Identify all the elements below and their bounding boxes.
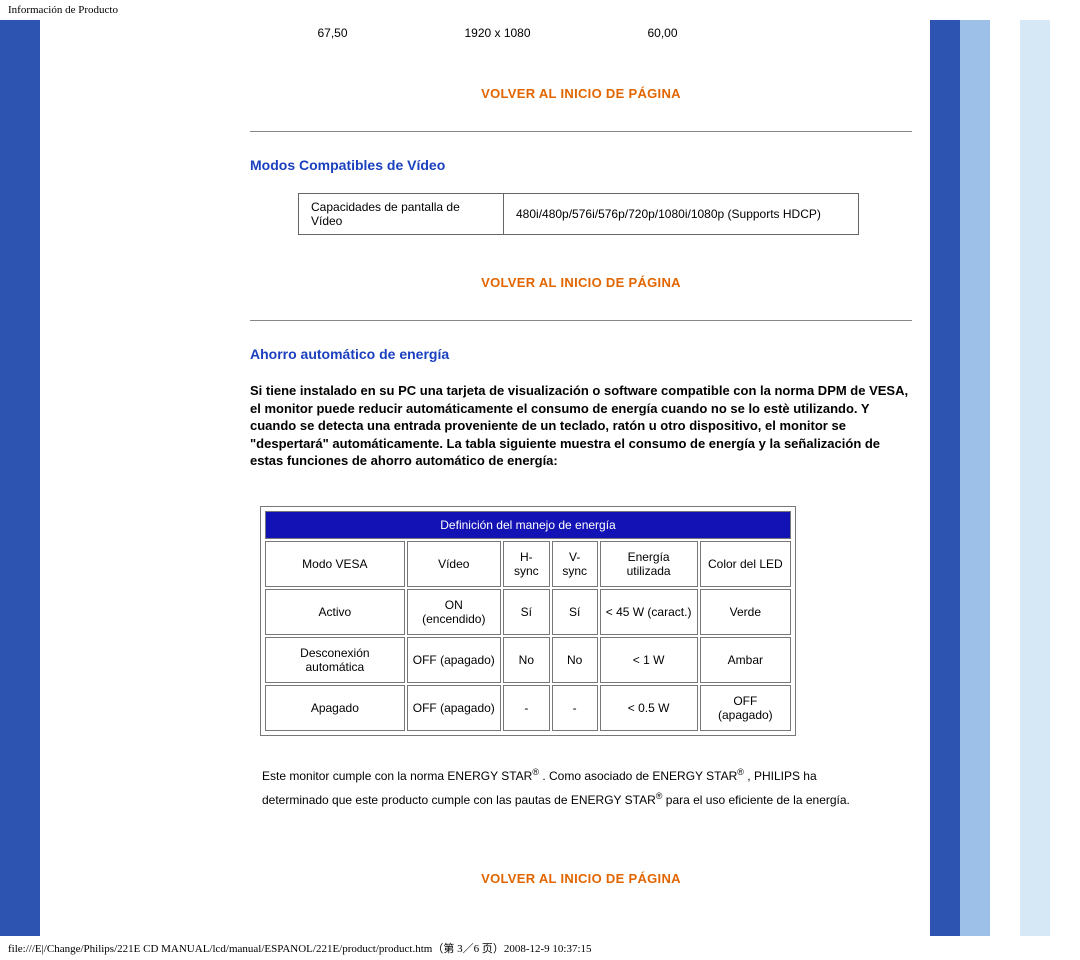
- energy-table-wrapper: Definición del manejo de energía Modo VE…: [260, 506, 796, 736]
- col-header: Modo VESA: [265, 541, 405, 587]
- page-footer: file:///E|/Change/Philips/221E CD MANUAL…: [0, 936, 1080, 960]
- cell: < 45 W (caract.): [600, 589, 698, 635]
- section-video-modes-title: Modos Compatibles de Vídeo: [250, 157, 912, 173]
- video-value-cell: 480i/480p/576i/576p/720p/1080i/1080p (Su…: [504, 194, 859, 235]
- table-row: Activo ON (encendido) Sí Sí < 45 W (cara…: [265, 589, 791, 635]
- cell: OFF (apagado): [700, 685, 791, 731]
- cell: Desconexión automática: [265, 637, 405, 683]
- col-header: Vídeo: [407, 541, 501, 587]
- cell: < 0.5 W: [600, 685, 698, 731]
- accent-bar: [1020, 20, 1050, 936]
- cell: -: [552, 685, 598, 731]
- video-label-cell: Capacidades de pantalla de Vídeo: [299, 194, 504, 235]
- energy-table: Definición del manejo de energía Modo VE…: [263, 509, 793, 733]
- divider: [250, 320, 912, 321]
- registered-icon: ®: [737, 767, 744, 777]
- energy-intro-paragraph: Si tiene instalado en su PC una tarjeta …: [250, 382, 912, 470]
- cell: Activo: [265, 589, 405, 635]
- table-row: Apagado OFF (apagado) - - < 0.5 W OFF (a…: [265, 685, 791, 731]
- note-text: determinado que este producto cumple con…: [262, 793, 656, 807]
- note-text: , PHILIPS ha: [747, 769, 816, 783]
- cell: OFF (apagado): [407, 637, 501, 683]
- registered-icon: ®: [532, 767, 539, 777]
- accent-bar: [930, 20, 960, 936]
- table-row: Desconexión automática OFF (apagado) No …: [265, 637, 791, 683]
- cell: Apagado: [265, 685, 405, 731]
- back-to-top-link[interactable]: VOLVER AL INICIO DE PÁGINA: [481, 275, 681, 290]
- accent-bar: [990, 20, 1020, 936]
- back-to-top-3: VOLVER AL INICIO DE PÁGINA: [250, 811, 912, 906]
- registered-icon: ®: [656, 791, 663, 801]
- col-header: Energía utilizada: [600, 541, 698, 587]
- right-accent-bars: [930, 20, 1080, 936]
- main-content: 67,50 1920 x 1080 60,00 VOLVER AL INICIO…: [250, 20, 930, 936]
- cell: ON (encendido): [407, 589, 501, 635]
- cell: OFF (apagado): [407, 685, 501, 731]
- cell-resolution: 1920 x 1080: [415, 26, 580, 40]
- back-to-top-link[interactable]: VOLVER AL INICIO DE PÁGINA: [481, 86, 681, 101]
- cell: < 1 W: [600, 637, 698, 683]
- col-header: Color del LED: [700, 541, 791, 587]
- table-row: Modo VESA Vídeo H-sync V-sync Energía ut…: [265, 541, 791, 587]
- cell: Ambar: [700, 637, 791, 683]
- back-to-top-2: VOLVER AL INICIO DE PÁGINA: [250, 235, 912, 310]
- energy-table-title: Definición del manejo de energía: [265, 511, 791, 539]
- page-body: 67,50 1920 x 1080 60,00 VOLVER AL INICIO…: [0, 20, 1080, 936]
- accent-bar: [960, 20, 990, 936]
- left-margin: [40, 20, 250, 936]
- energy-star-note: Este monitor cumple con la norma ENERGY …: [262, 764, 912, 812]
- video-capabilities-table: Capacidades de pantalla de Vídeo 480i/48…: [298, 193, 859, 235]
- section-energy-title: Ahorro automático de energía: [250, 346, 912, 362]
- cell: Verde: [700, 589, 791, 635]
- cell: No: [552, 637, 598, 683]
- energy-table-header: Definición del manejo de energía: [265, 511, 791, 539]
- page-header: Información de Producto: [0, 0, 1080, 20]
- col-header: H-sync: [503, 541, 550, 587]
- cell: Sí: [552, 589, 598, 635]
- accent-bar: [1050, 20, 1080, 936]
- note-text: Este monitor cumple con la norma ENERGY …: [262, 769, 532, 783]
- cell: Sí: [503, 589, 550, 635]
- table-row: Capacidades de pantalla de Vídeo 480i/48…: [299, 194, 859, 235]
- note-text: para el uso eficiente de la energía.: [666, 793, 850, 807]
- cell-vfreq: 60,00: [580, 26, 745, 40]
- cell: -: [503, 685, 550, 731]
- cell: No: [503, 637, 550, 683]
- back-to-top-link[interactable]: VOLVER AL INICIO DE PÁGINA: [481, 871, 681, 886]
- divider: [250, 131, 912, 132]
- left-accent-bar: [0, 20, 40, 936]
- cell-hfreq: 67,50: [250, 26, 415, 40]
- col-header: V-sync: [552, 541, 598, 587]
- note-text: . Como asociado de ENERGY STAR: [542, 769, 737, 783]
- resolution-row: 67,50 1920 x 1080 60,00: [250, 20, 912, 46]
- back-to-top-1: VOLVER AL INICIO DE PÁGINA: [250, 46, 912, 121]
